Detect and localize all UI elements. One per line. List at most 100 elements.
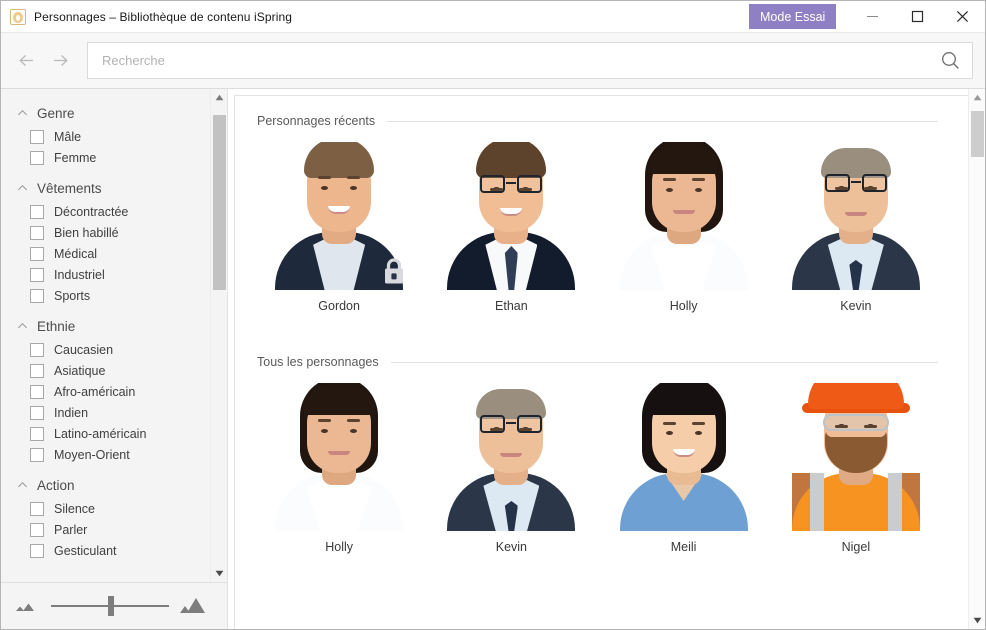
character-name: Meili <box>670 540 697 554</box>
filter-item[interactable]: Industriel <box>1 264 210 285</box>
content-scroll-thumb[interactable] <box>970 111 984 157</box>
toolbar <box>1 32 985 89</box>
thumbnail-size-slider-handle[interactable] <box>107 596 114 616</box>
filter-checkbox[interactable] <box>30 363 44 378</box>
content-scrollbar[interactable] <box>968 89 985 629</box>
filter-checkbox[interactable] <box>30 426 44 441</box>
search-input[interactable] <box>88 43 928 78</box>
filter-checkbox[interactable] <box>30 204 44 219</box>
large-mountains-icon[interactable] <box>179 596 213 616</box>
character-grid: Holly Kevin Meili Nigel <box>247 375 948 556</box>
filter-item[interactable]: Bien habillé <box>1 222 210 243</box>
section-header: Personnages récents <box>247 110 948 128</box>
filter-checkbox[interactable] <box>30 543 44 558</box>
scroll-up-arrow-icon[interactable] <box>211 89 228 106</box>
character-card[interactable]: Gordon <box>253 134 425 315</box>
filter-item[interactable]: Gesticulant <box>1 540 210 561</box>
filter-checkbox[interactable] <box>30 405 44 420</box>
maximize-button[interactable] <box>895 1 940 32</box>
scroll-down-arrow-icon[interactable] <box>211 565 228 582</box>
forward-button[interactable] <box>43 44 77 78</box>
filter-checkbox[interactable] <box>30 246 44 261</box>
filter-group-title: Vêtements <box>37 181 102 196</box>
filter-item[interactable]: Moyen-Orient <box>1 444 210 465</box>
filter-item[interactable]: Latino-américain <box>1 423 210 444</box>
character-thumbnail[interactable] <box>435 142 588 290</box>
character-thumbnail[interactable] <box>607 142 760 290</box>
filter-item-label: Mâle <box>54 129 82 144</box>
filter-checkbox[interactable] <box>30 342 44 357</box>
filter-item-label: Indien <box>54 405 89 420</box>
filter-checkbox[interactable] <box>30 522 44 537</box>
character-thumbnail[interactable] <box>779 383 932 531</box>
filter-item-label: Décontractée <box>54 204 129 219</box>
character-thumbnail[interactable] <box>607 383 760 531</box>
filter-item[interactable]: Caucasien <box>1 339 210 360</box>
title-bar: Personnages – Bibliothèque de contenu iS… <box>1 1 985 32</box>
filter-item[interactable]: Femme <box>1 147 210 168</box>
filter-checkbox[interactable] <box>30 225 44 240</box>
sidebar-scrollbar[interactable] <box>210 89 227 582</box>
arrow-right-icon <box>53 55 68 66</box>
character-thumbnail[interactable] <box>263 142 416 290</box>
filter-item[interactable]: Indien <box>1 402 210 423</box>
filter-item-label: Asiatique <box>54 363 106 378</box>
chevron-up-icon <box>17 321 28 332</box>
filter-item[interactable]: Médical <box>1 243 210 264</box>
filter-checkbox[interactable] <box>30 129 44 144</box>
search-button[interactable] <box>928 43 972 78</box>
character-thumbnail[interactable] <box>263 383 416 531</box>
filter-item[interactable]: Mâle <box>1 126 210 147</box>
filter-item[interactable]: Asiatique <box>1 360 210 381</box>
sidebar-scroll-track[interactable] <box>211 106 228 565</box>
character-card[interactable]: Kevin <box>425 375 597 556</box>
close-button[interactable] <box>940 1 985 32</box>
filter-item-label: Médical <box>54 246 98 261</box>
character-card[interactable]: Ethan <box>425 134 597 315</box>
filter-item-label: Latino-américain <box>54 426 147 441</box>
filter-item[interactable]: Parler <box>1 519 210 540</box>
character-name: Gordon <box>318 299 360 313</box>
search-box[interactable] <box>87 42 973 79</box>
filter-group-header[interactable]: Ethnie <box>1 314 210 339</box>
character-card[interactable]: Nigel <box>770 375 942 556</box>
character-card[interactable]: Holly <box>253 375 425 556</box>
filter-item[interactable]: Afro-américain <box>1 381 210 402</box>
character-card[interactable]: Holly <box>598 134 770 315</box>
filter-item[interactable]: Décontractée <box>1 201 210 222</box>
section-divider <box>390 361 938 363</box>
filter-item-label: Moyen-Orient <box>54 447 130 462</box>
filter-checkbox[interactable] <box>30 501 44 516</box>
character-grid: Gordon Ethan Holly Kevin <box>247 134 948 315</box>
character-card[interactable]: Kevin <box>770 134 942 315</box>
filter-checkbox[interactable] <box>30 447 44 462</box>
filter-checkbox[interactable] <box>30 384 44 399</box>
character-thumbnail[interactable] <box>435 383 588 531</box>
filter-list: Genre Mâle Femme Vêtements Décontractée Bien … <box>1 89 210 582</box>
scroll-down-arrow-icon[interactable] <box>969 612 986 629</box>
character-card[interactable]: Meili <box>598 375 770 556</box>
filter-item[interactable]: Sports <box>1 285 210 306</box>
scroll-up-arrow-icon[interactable] <box>969 89 986 106</box>
filter-checkbox[interactable] <box>30 150 44 165</box>
filter-item[interactable]: Silence <box>1 498 210 519</box>
thumbnail-size-slider-track[interactable] <box>51 596 169 616</box>
sidebar-scroll-thumb[interactable] <box>212 115 226 290</box>
filter-group: Genre Mâle Femme <box>1 101 210 168</box>
character-thumbnail[interactable] <box>779 142 932 290</box>
filter-group-header[interactable]: Vêtements <box>1 176 210 201</box>
back-button[interactable] <box>9 44 43 78</box>
filter-group-header[interactable]: Action <box>1 473 210 498</box>
content-scroll-track[interactable] <box>969 106 986 612</box>
minimize-button[interactable] <box>850 1 895 32</box>
filter-group-header[interactable]: Genre <box>1 101 210 126</box>
person-avatar-icon <box>10 8 26 25</box>
body-area: Genre Mâle Femme Vêtements Décontractée Bien … <box>1 89 985 629</box>
filter-checkbox[interactable] <box>30 288 44 303</box>
trial-mode-badge[interactable]: Mode Essai <box>749 4 837 29</box>
character-name: Nigel <box>841 540 871 554</box>
app-window: Personnages – Bibliothèque de contenu iS… <box>0 0 986 630</box>
filter-checkbox[interactable] <box>30 267 44 282</box>
small-mountains-icon[interactable] <box>15 598 41 614</box>
filter-item-label: Gesticulant <box>54 543 117 558</box>
